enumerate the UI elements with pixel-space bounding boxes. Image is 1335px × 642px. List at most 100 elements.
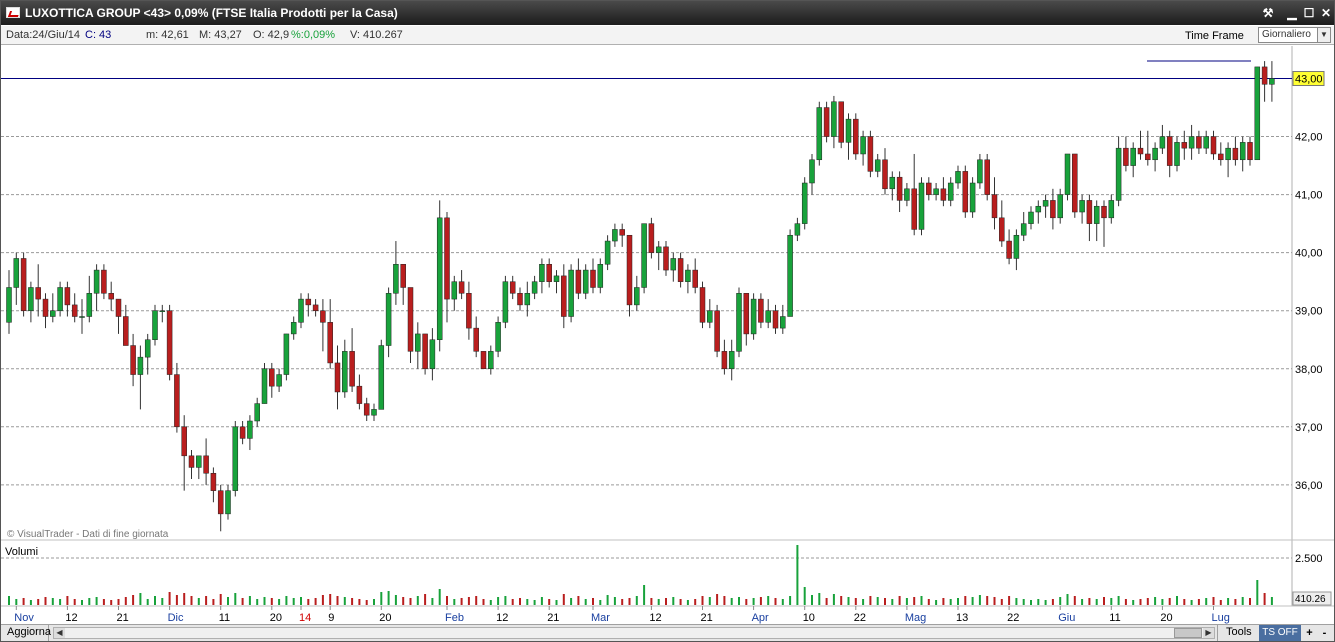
volume-bar [694,599,697,605]
x-tick-label: 22 [854,612,866,624]
zoom-out-button[interactable]: - [1317,625,1332,641]
title-bar[interactable]: LUXOTTICA GROUP <43> 0,09% (FTSE Italia … [1,1,1334,25]
minimize-icon[interactable]: ▁ [1283,5,1301,21]
candle-body [79,316,85,318]
volume-bar [971,597,974,605]
volume-label: Volumi [5,546,38,558]
volume-bar [986,596,989,605]
volume-bar [767,596,770,605]
maximize-icon[interactable]: ☐ [1300,5,1318,21]
candle-body [196,455,202,468]
candle-body [1035,205,1042,213]
x-tick-label: 20 [379,612,391,624]
candle-body [276,374,282,387]
candle-body [495,322,501,352]
volume-tick-label: 2.500 [1295,553,1323,565]
candle-body [1247,142,1253,161]
dropdown-arrow-icon[interactable]: ▼ [1317,28,1330,42]
volume-bar [884,598,886,605]
volume-bar [409,598,412,605]
scroll-right-icon[interactable]: ▶ [1203,628,1214,638]
volume-bar [672,597,675,605]
x-tick-label: Apr [752,612,769,624]
tools-button[interactable]: Tools [1217,625,1259,641]
candle-body [531,281,538,294]
volume-bar [489,600,492,605]
volume-bar [716,594,719,605]
volume-bar [66,596,69,605]
volume-bar [365,600,368,605]
volume-bar [1059,597,1062,605]
x-tick-label: 22 [1007,612,1019,624]
volume-bar [424,594,427,605]
y-tick-label: 38,00 [1295,364,1323,376]
close-icon[interactable]: ✕ [1317,5,1334,21]
candle-body [524,293,531,306]
volume-bar [270,598,273,605]
candle-body [473,327,479,352]
candle-body [517,293,523,306]
volume-bar [1073,596,1076,605]
x-tick-label: 20 [270,612,282,624]
volume-bar [453,599,456,605]
zoom-in-button[interactable]: + [1302,625,1317,641]
candle-body [787,234,793,317]
volume-bar [570,598,573,605]
volume-bar [37,599,40,605]
chart-icon [6,7,20,18]
volume-bar [1183,599,1186,605]
candle-body [933,188,939,195]
volume-bar [1066,594,1069,605]
volume-bar [1081,599,1084,605]
candle-body [728,351,735,370]
ts-off-button[interactable]: TS OFF [1259,625,1301,641]
scroll-thumb[interactable] [1174,628,1202,638]
candle-body [488,351,494,370]
volume-bar [592,598,594,605]
candle-body [210,472,217,491]
volume-bar [1219,600,1222,605]
volume-bar [730,598,733,605]
last-price-label: 43,00 [1295,74,1323,86]
candle-body [955,171,961,184]
candle-body [502,281,509,323]
candle-body [429,339,436,370]
horizontal-scrollbar[interactable]: ◀ ▶ [53,627,1215,639]
volume-bar [278,599,281,605]
scroll-left-icon[interactable]: ◀ [54,628,65,638]
x-tick-label: Mar [591,612,610,624]
candle-body [809,159,815,184]
pin-icon[interactable]: ⚒ [1259,5,1277,21]
volume-bar [1000,599,1003,605]
candle-body [6,287,12,323]
candle-body [772,310,779,329]
window-title: LUXOTTICA GROUP <43> 0,09% (FTSE Italia … [25,6,398,20]
volume-bar [1249,598,1251,605]
candle-body [1108,200,1115,219]
volume-bar [927,599,930,605]
candle-body [50,310,56,317]
info-open: O: 42,9 [253,29,290,41]
candle-body [356,385,363,404]
timeframe-select[interactable]: Giornaliero ▼ [1258,27,1331,43]
volume-bar [1263,593,1266,605]
volume-bar [577,596,580,605]
candle-body [575,269,582,294]
volume-bar [497,597,500,605]
candle-body [867,136,874,172]
volume-bar [686,600,689,605]
volume-bar [1227,598,1230,605]
candle-body [1232,147,1239,161]
volume-bar [548,599,551,605]
volume-bar [124,597,127,605]
volume-bar [168,592,171,605]
candle-body [232,426,239,491]
refresh-button[interactable]: Aggiorna [1,625,51,641]
candle-body [166,310,173,375]
volume-bar [146,599,149,605]
price-chart[interactable]: 43,00 42,00 41,00 40,00 39,00 38,00 37,00 36,00… [1,46,1334,624]
volume-bar [212,599,215,605]
candle-body [71,304,78,317]
volume-bar [957,598,959,605]
x-tick-label: 12 [649,612,661,624]
